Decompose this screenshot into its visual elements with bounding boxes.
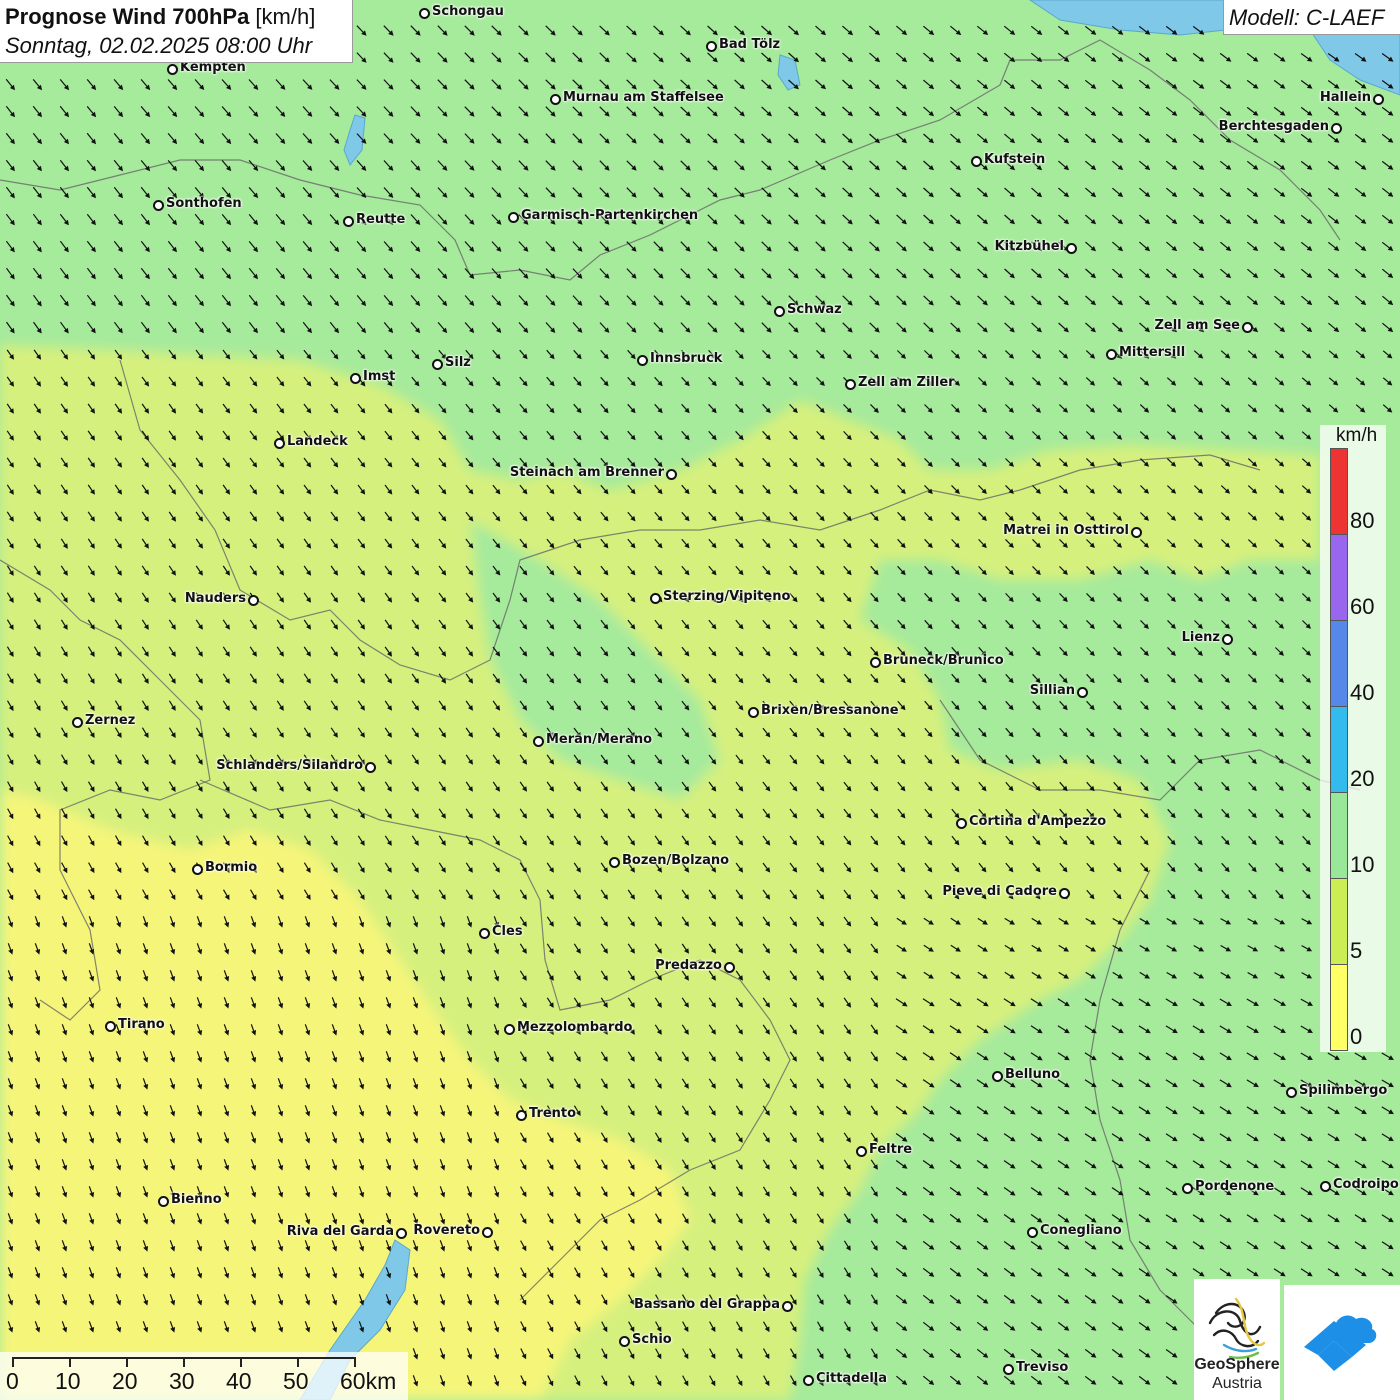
city-label[interactable]: Schongau	[432, 5, 504, 19]
city-marker[interactable]	[419, 8, 430, 19]
wind-map[interactable]: Schongau Bad Tölz Kempten Murnau am Staffel…	[0, 0, 1400, 1400]
